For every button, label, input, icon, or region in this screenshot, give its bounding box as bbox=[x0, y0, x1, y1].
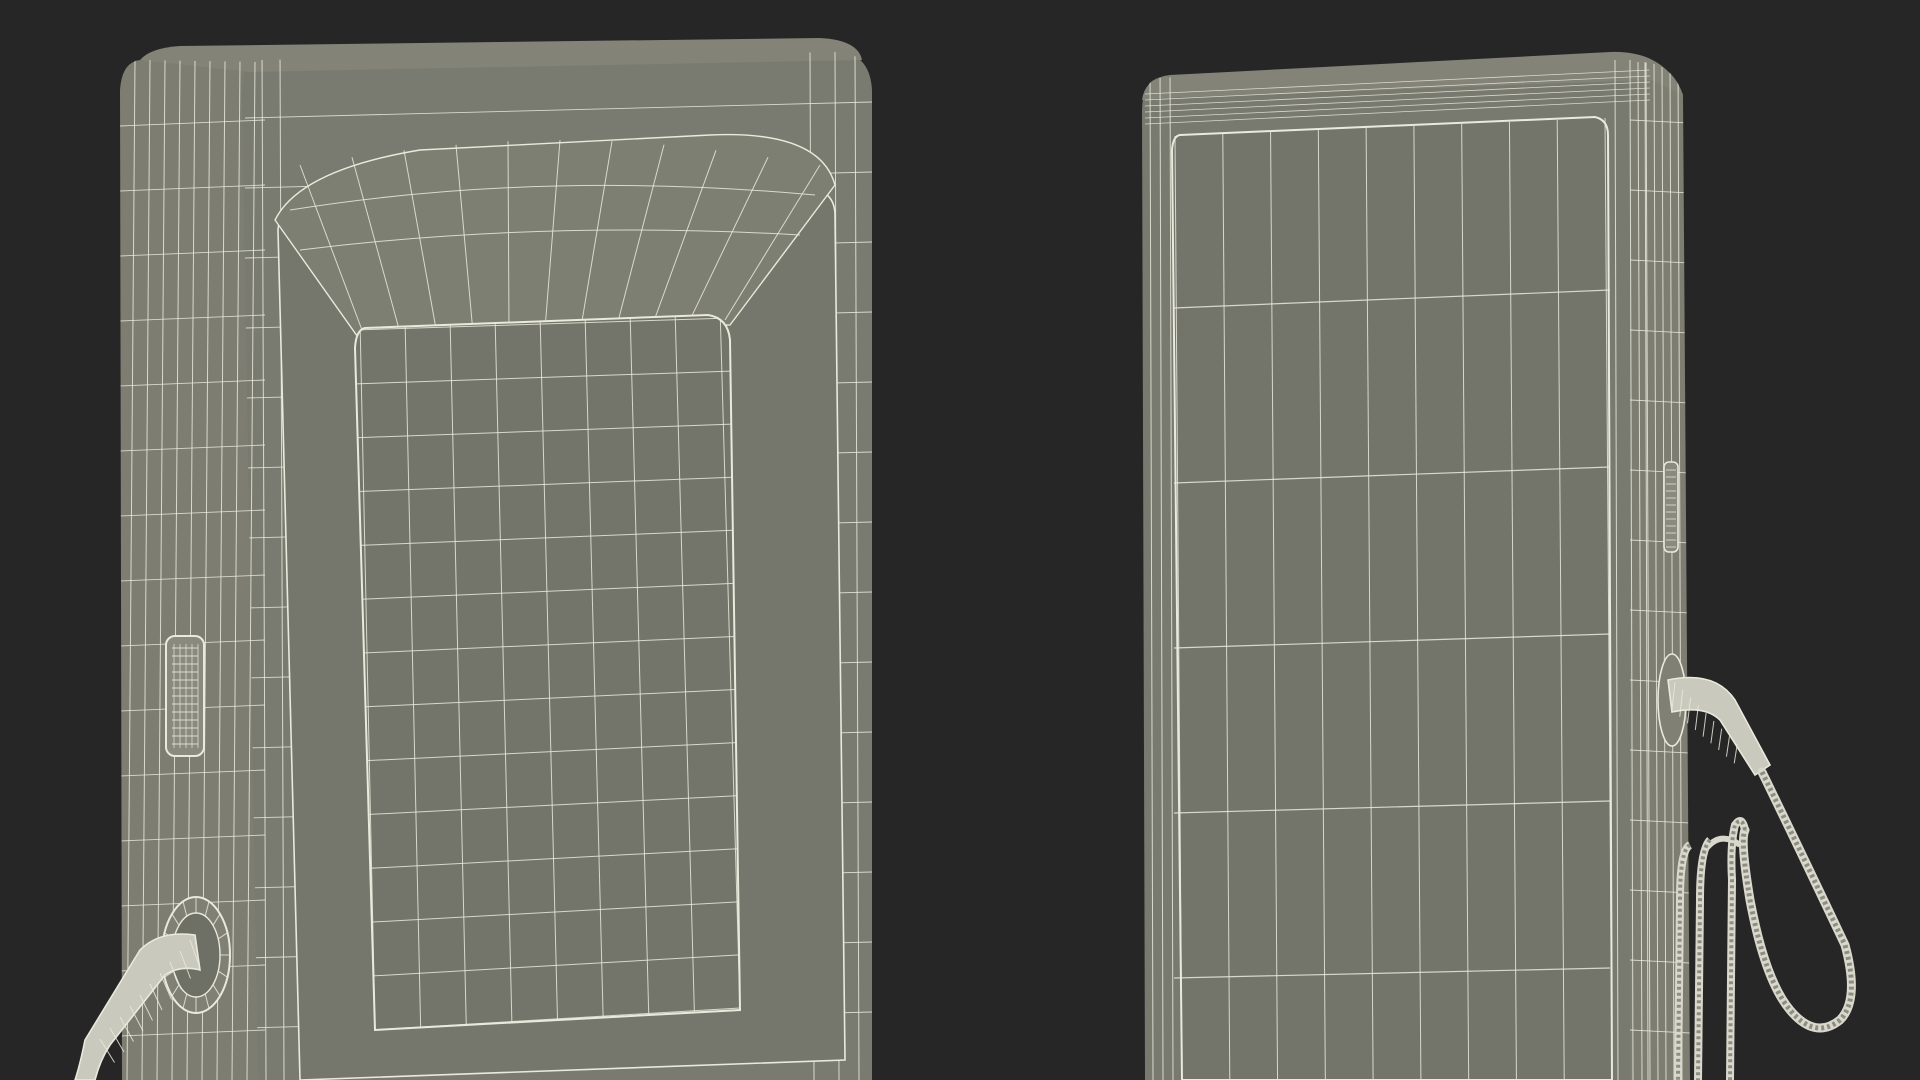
wire-line bbox=[1725, 736, 1730, 757]
wire-line bbox=[1733, 744, 1738, 764]
viewport-canvas bbox=[0, 0, 1920, 1080]
charger-b-side-vent bbox=[1663, 461, 1679, 553]
charger-side-view bbox=[1142, 51, 1856, 1080]
charger-front-three-quarter-view bbox=[74, 38, 872, 1080]
wire-line bbox=[1702, 713, 1707, 737]
wireframe-render bbox=[74, 38, 1856, 1080]
wire-line bbox=[1718, 728, 1723, 751]
wire-line bbox=[1710, 720, 1715, 744]
charger-a-side-vent bbox=[165, 635, 205, 757]
charger-b-display-panel bbox=[1170, 115, 1614, 1080]
charger-b-coiled-cable bbox=[1674, 767, 1856, 1080]
